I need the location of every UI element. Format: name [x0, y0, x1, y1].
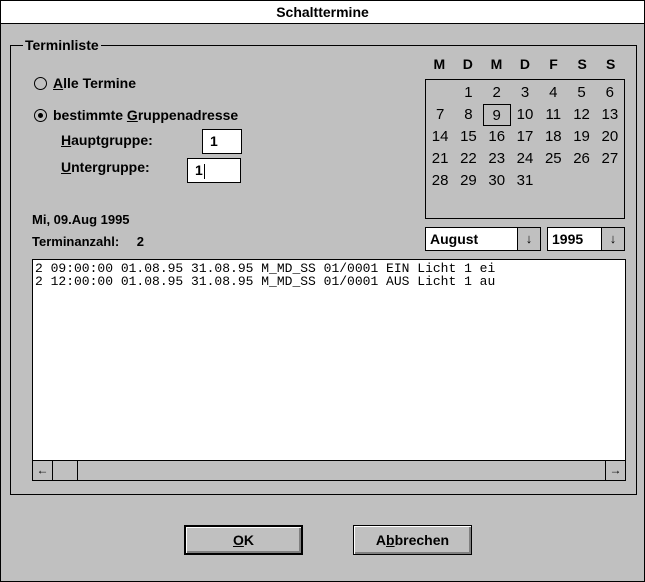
- appointment-count: Terminanzahl: 2: [32, 234, 144, 249]
- radio-all-appointments[interactable]: Alle Termine: [34, 75, 136, 91]
- untergruppe-label: Untergruppe:: [61, 159, 150, 175]
- calendar-day[interactable]: 7: [426, 104, 454, 126]
- year-select[interactable]: 1995 ↓: [547, 227, 625, 251]
- year-dropdown-arrow-icon[interactable]: ↓: [601, 228, 624, 250]
- radio-specific-group[interactable]: bestimmte Gruppenadresse: [34, 107, 238, 123]
- calendar-day[interactable]: 19: [567, 126, 595, 148]
- calendar-day[interactable]: 28: [426, 170, 454, 192]
- hauptgruppe-input[interactable]: 1: [202, 129, 242, 154]
- calendar-day[interactable]: 25: [539, 148, 567, 170]
- calendar-day[interactable]: 15: [454, 126, 482, 148]
- appointment-count-value: 2: [136, 234, 145, 249]
- calendar-days: 1 2 3 4 5 6 7 8 9 10 11 12 13 14 15 16 17 18 19 20 21 22 23 24 2…: [426, 82, 624, 192]
- calendar-day[interactable]: 29: [454, 170, 482, 192]
- calendar-day[interactable]: 8: [454, 104, 482, 126]
- scrollbar-thumb[interactable]: [53, 461, 78, 480]
- calendar-day[interactable]: 3: [511, 82, 539, 104]
- weekday-label: M: [490, 56, 503, 72]
- calendar-day[interactable]: 31: [511, 170, 539, 192]
- ok-button[interactable]: OK: [184, 525, 303, 555]
- list-item[interactable]: 2 09:00:00 01.08.95 31.08.95 M_MD_SS 01/…: [33, 260, 625, 275]
- calendar-blank-cell: [426, 82, 454, 104]
- calendar-day[interactable]: 26: [567, 148, 595, 170]
- calendar-day[interactable]: 16: [483, 126, 511, 148]
- appointment-listbox[interactable]: 2 09:00:00 01.08.95 31.08.95 M_MD_SS 01/…: [32, 259, 626, 481]
- calendar-day[interactable]: 14: [426, 126, 454, 148]
- untergruppe-input[interactable]: 1: [187, 158, 241, 183]
- calendar-day[interactable]: 22: [454, 148, 482, 170]
- weekday-label: M: [433, 56, 446, 72]
- calendar-day[interactable]: 24: [511, 148, 539, 170]
- calendar-day[interactable]: 30: [483, 170, 511, 192]
- calendar-day[interactable]: 18: [539, 126, 567, 148]
- hauptgruppe-label: Hauptgruppe:: [61, 132, 153, 148]
- calendar-day[interactable]: 5: [567, 82, 595, 104]
- calendar-day[interactable]: 11: [539, 104, 567, 126]
- appointment-count-label: Terminanzahl:: [32, 234, 120, 249]
- calendar-day[interactable]: 13: [596, 104, 624, 126]
- month-select-value: August: [430, 231, 479, 247]
- calendar-month-grid[interactable]: 1 2 3 4 5 6 7 8 9 10 11 12 13 14 15 16 17 18 19 20 21 22 23 24 2…: [425, 79, 625, 219]
- window-title: Schalttermine: [276, 4, 369, 20]
- group-legend: Terminliste: [23, 36, 101, 54]
- calendar-day[interactable]: 1: [454, 82, 482, 104]
- radio-button-all[interactable]: [34, 76, 47, 90]
- calendar-day[interactable]: 27: [596, 148, 624, 170]
- title-bar[interactable]: Schalttermine: [1, 1, 644, 24]
- list-item[interactable]: 2 12:00:00 01.08.95 31.08.95 M_MD_SS 01/…: [33, 275, 625, 288]
- month-dropdown-arrow-icon[interactable]: ↓: [517, 228, 540, 250]
- weekday-label: S: [577, 56, 587, 72]
- cancel-button[interactable]: Abbrechen: [353, 525, 472, 555]
- calendar-day[interactable]: 2: [483, 82, 511, 104]
- calendar-weekday-header: MDMDFSS: [425, 56, 625, 74]
- scroll-right-arrow-icon[interactable]: →: [605, 461, 625, 480]
- weekday-label: F: [549, 56, 558, 72]
- current-date: Mi, 09.Aug 1995: [32, 212, 130, 227]
- weekday-label: D: [462, 56, 473, 72]
- calendar-day[interactable]: 10: [511, 104, 539, 126]
- horizontal-scrollbar[interactable]: ← →: [33, 460, 625, 480]
- calendar-day[interactable]: 17: [511, 126, 539, 148]
- month-select[interactable]: August ↓: [425, 227, 541, 251]
- radio-specific-label: bestimmte Gruppenadresse: [53, 107, 239, 123]
- text-cursor: [203, 163, 205, 179]
- calendar-day-selected[interactable]: 9: [482, 104, 511, 126]
- weekday-label: S: [606, 56, 616, 72]
- calendar-day[interactable]: 4: [539, 82, 567, 104]
- radio-all-label: Alle Termine: [53, 75, 137, 91]
- radio-button-specific[interactable]: [34, 108, 47, 122]
- weekday-label: D: [519, 56, 531, 72]
- scroll-left-arrow-icon[interactable]: ←: [33, 461, 53, 480]
- calendar-day[interactable]: 12: [567, 104, 595, 126]
- calendar-day[interactable]: 6: [596, 82, 624, 104]
- calendar-day[interactable]: 21: [426, 148, 454, 170]
- year-select-value: 1995: [552, 231, 584, 247]
- calendar-day[interactable]: 23: [483, 148, 511, 170]
- dialog-window: Schalttermine Terminliste Alle Termine b…: [0, 0, 645, 582]
- calendar-day[interactable]: 20: [596, 126, 624, 148]
